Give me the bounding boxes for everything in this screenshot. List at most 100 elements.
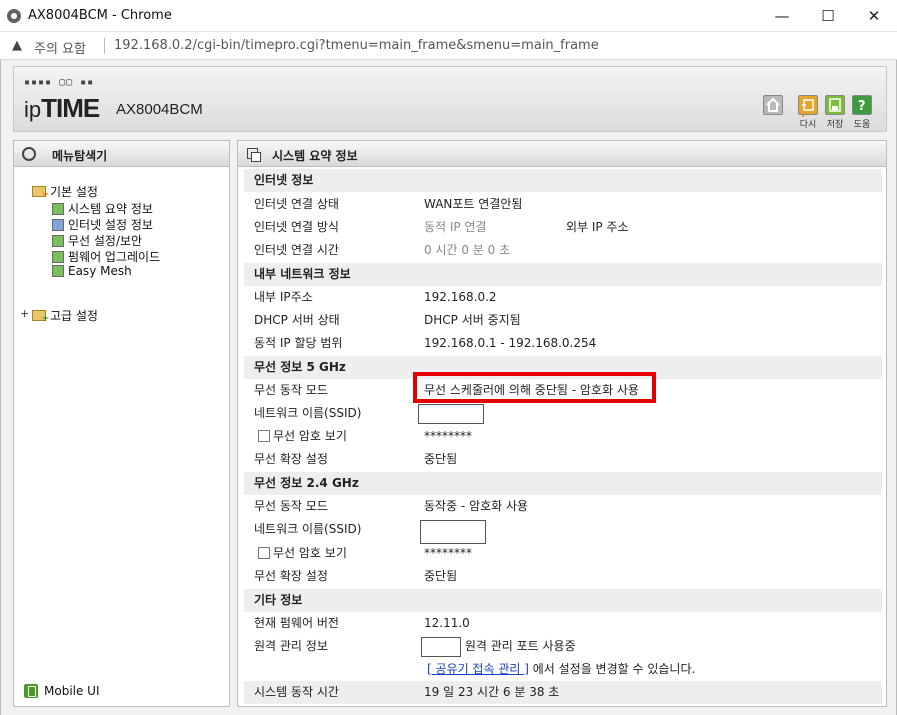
row-24ghz-password: 무선 암호 보기 ******** [244, 542, 882, 565]
row-key: 무선 확장 설정 [254, 452, 328, 466]
expand-plus-icon[interactable]: + [20, 307, 29, 320]
security-warning-label[interactable]: 주의 요함 [34, 38, 86, 57]
save-icon[interactable] [825, 95, 845, 115]
row-5ghz-ssid: 네트워크 이름(SSID) [244, 402, 882, 425]
refresh-icon[interactable] [798, 95, 818, 115]
row-key: DHCP 서버 상태 [254, 313, 340, 327]
row-remote-management: 원격 관리 정보 원격 관리 포트 사용중 [244, 635, 882, 658]
refresh-label[interactable]: 다시 [796, 117, 820, 130]
menu-explorer-title: 메뉴탐색기 [52, 149, 108, 163]
row-value: 19 일 23 시간 6 분 38 초 [424, 685, 560, 699]
row-24ghz-ssid: 네트워크 이름(SSID) [244, 518, 882, 544]
row-5ghz-extension: 무선 확장 설정 중단됨 [244, 448, 882, 471]
external-ip-label: 외부 IP 주소 [566, 220, 629, 234]
row-value: ******** [424, 429, 472, 443]
row-key: 네트워크 이름(SSID) [254, 406, 362, 420]
menu-basic-settings[interactable]: + 기본 설정 [32, 183, 98, 200]
url-text[interactable]: 192.168.0.2/cgi-bin/timepro.cgi?tmenu=ma… [114, 38, 599, 53]
section-etc: 기타 정보 [244, 589, 882, 612]
sidebar-item-label[interactable]: 무선 설정/보안 [68, 234, 142, 248]
sidebar-item-label[interactable]: 인터넷 설정 정보 [68, 218, 153, 232]
row-value: 192.168.0.2 [424, 290, 497, 304]
row-internet-method: 인터넷 연결 방식 동적 IP 연결 외부 IP 주소 [244, 216, 882, 239]
chart-icon [52, 203, 64, 215]
row-key: 현재 펌웨어 버전 [254, 616, 339, 630]
row-key: 무선 동작 모드 [254, 383, 328, 397]
sidebar-item-label[interactable]: 시스템 요약 정보 [68, 202, 153, 216]
sidebar-item-label[interactable]: 펌웨어 업그레이드 [68, 250, 160, 264]
help-label[interactable]: 도움 [850, 117, 874, 130]
row-key: 인터넷 연결 방식 [254, 220, 339, 234]
ssid-24ghz-box [420, 520, 486, 544]
menu-explorer-header: 메뉴탐색기 [14, 141, 229, 167]
row-key: 네트워크 이름(SSID) [254, 522, 362, 536]
section-internet: 인터넷 정보 [244, 169, 882, 192]
window-titlebar: AX8004BCM - Chrome — ☐ ✕ [0, 0, 897, 32]
help-icon[interactable]: ? [852, 95, 872, 115]
menu-advanced-settings[interactable]: + + 고급 설정 [20, 307, 98, 324]
address-separator [104, 38, 105, 54]
page-title: 시스템 요약 정보 [272, 149, 358, 163]
row-value: 동적 IP 연결 [424, 220, 487, 234]
row-key: 동적 IP 할당 범위 [254, 336, 343, 350]
menu-advanced-label[interactable]: 고급 설정 [50, 309, 98, 323]
section-lan: 내부 네트워크 정보 [244, 263, 882, 286]
monitor-icon [52, 219, 64, 231]
menu-basic-label[interactable]: 기본 설정 [50, 185, 98, 199]
ssid-5ghz-box [418, 403, 484, 424]
row-internet-time: 인터넷 연결 시간 0 시간 0 분 0 초 [244, 239, 882, 262]
brand-bold: TIME [41, 93, 100, 123]
row-dhcp-range: 동적 IP 할당 범위 192.168.0.1 - 192.168.0.254 [244, 332, 882, 355]
highlight-box [413, 372, 656, 403]
sidebar-item-wireless-security[interactable]: 무선 설정/보안 [52, 232, 142, 249]
row-dhcp-status: DHCP 서버 상태 DHCP 서버 중지됨 [244, 309, 882, 332]
row-value: 중단됨 [424, 569, 458, 583]
router-access-management-link[interactable]: [ 공유기 접속 관리 ] [427, 662, 529, 676]
remote-status-text: 원격 관리 포트 사용중 [464, 639, 576, 653]
show-password-5ghz-checkbox[interactable] [258, 430, 270, 442]
row-key: 인터넷 연결 시간 [254, 243, 339, 257]
row-value: 중단됨 [424, 452, 458, 466]
svg-text:?: ? [858, 99, 866, 114]
show-password-24ghz-checkbox[interactable] [258, 547, 270, 559]
maximize-button[interactable]: ☐ [805, 0, 851, 32]
row-value: WAN포트 연결안됨 [424, 197, 523, 211]
mobile-ui-label[interactable]: Mobile UI [44, 684, 100, 698]
search-icon [22, 147, 36, 161]
row-24ghz-extension: 무선 확장 설정 중단됨 [244, 565, 882, 588]
home-icon[interactable] [763, 95, 783, 115]
row-key: 무선 동작 모드 [254, 499, 328, 513]
wireless-icon [52, 235, 64, 247]
section-wireless-24ghz: 무선 정보 2.4 GHz [244, 472, 882, 495]
window-icon [247, 148, 261, 162]
chrome-app-icon [7, 9, 21, 23]
mobile-ui-link[interactable]: Mobile UI [24, 684, 100, 698]
row-key: 인터넷 연결 상태 [254, 197, 339, 211]
close-button[interactable]: ✕ [851, 0, 897, 32]
save-label[interactable]: 저장 [823, 117, 847, 130]
row-value: DHCP 서버 중지됨 [424, 313, 521, 327]
folder-icon: + [32, 186, 49, 200]
row-firmware-version: 현재 펌웨어 버전 12.11.0 [244, 612, 882, 635]
sidebar-item-label[interactable]: Easy Mesh [68, 264, 132, 278]
show-password-label[interactable]: 무선 암호 보기 [273, 429, 347, 443]
router-header: ▪▪▪▪ ▢▢ ▪▪ ipTIME AX8004BCM 다시 저장 ? 도움 [13, 66, 887, 132]
row-24ghz-mode: 무선 동작 모드 동작중 - 암호화 사용 [244, 495, 882, 518]
sidebar-item-firmware-upgrade[interactable]: 펌웨어 업그레이드 [52, 248, 160, 265]
warning-icon[interactable]: ▲ [12, 38, 22, 53]
minimize-button[interactable]: — [759, 0, 805, 32]
sidebar-item-internet-settings[interactable]: 인터넷 설정 정보 [52, 216, 153, 233]
row-key: 시스템 동작 시간 [254, 685, 339, 699]
address-bar[interactable]: ▲ 주의 요함 192.168.0.2/cgi-bin/timepro.cgi?… [0, 32, 897, 60]
sidebar-item-easy-mesh[interactable]: Easy Mesh [52, 264, 132, 278]
menu-explorer-panel: 메뉴탐색기 + 기본 설정 시스템 요약 정보 인터넷 설정 정보 무선 설정/보… [13, 140, 230, 707]
mobile-icon [24, 684, 38, 698]
window-title: AX8004BCM - Chrome [28, 8, 172, 23]
show-password-label[interactable]: 무선 암호 보기 [273, 546, 347, 560]
remote-port-box [421, 636, 461, 657]
row-5ghz-password: 무선 암호 보기 ******** [244, 425, 882, 448]
row-key: 무선 확장 설정 [254, 569, 328, 583]
row-value: 12.11.0 [424, 616, 470, 630]
sidebar-item-system-summary[interactable]: 시스템 요약 정보 [52, 200, 153, 217]
row-remote-link: [ 공유기 접속 관리 ] 에서 설정을 변경할 수 있습니다. [244, 658, 882, 681]
